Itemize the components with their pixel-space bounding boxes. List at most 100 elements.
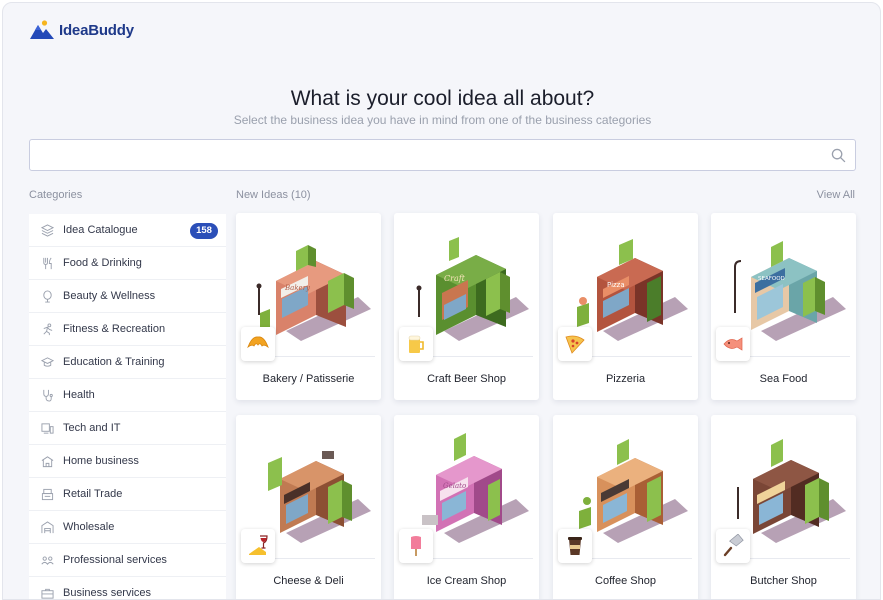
bakery-building-illustration: Bakery <box>256 245 371 341</box>
sidebar-item-business-services[interactable]: Business services <box>29 577 226 599</box>
sidebar-item-label: Business services <box>63 587 152 599</box>
svg-text:SEAFOOD: SEAFOOD <box>758 276 785 282</box>
view-all-link[interactable]: View All <box>817 189 855 201</box>
idea-card-butcher[interactable]: Butcher Shop <box>711 415 856 599</box>
idea-name: Pizzeria <box>605 373 646 385</box>
pizza-slice-icon <box>565 335 585 354</box>
sidebar-item-idea-catalogue[interactable]: Idea Catalogue 158 <box>29 214 226 247</box>
warehouse-icon <box>41 520 54 533</box>
idea-name: Cheese & Deli <box>273 575 344 587</box>
croissant-icon <box>247 336 269 349</box>
card-divider <box>749 558 850 559</box>
svg-text:Pizza: Pizza <box>607 281 625 289</box>
sidebar-item-label: Food & Drinking <box>63 257 142 269</box>
count-badge: 158 <box>190 223 218 239</box>
pizza-emblem <box>558 327 592 361</box>
house-icon <box>41 455 54 467</box>
sidebar-item-health[interactable]: Health <box>29 379 226 412</box>
coffee-cup-icon <box>568 537 582 555</box>
sidebar-item-label: Professional services <box>63 554 167 566</box>
register-icon <box>41 488 54 500</box>
beer-mug-emblem <box>399 327 433 361</box>
sidebar-item-label: Idea Catalogue <box>63 224 138 236</box>
page-title: What is your cool idea all about? <box>290 87 595 110</box>
layers-icon <box>41 223 54 237</box>
cheese-deli-building-illustration <box>268 451 371 543</box>
sea-food-building-illustration: SEAFOOD <box>734 241 846 341</box>
sidebar-item-label: Education & Training <box>63 356 165 368</box>
card-divider <box>432 356 533 357</box>
sidebar-item-label: Fitness & Recreation <box>63 323 166 335</box>
ice-cream-building-illustration: Gelato <box>422 433 529 543</box>
croissant-emblem <box>241 327 275 361</box>
runner-icon <box>43 322 53 335</box>
sidebar-item-food-drinking[interactable]: Food & Drinking <box>29 247 226 280</box>
cheese-wine-icon <box>249 535 268 555</box>
idea-card-bakery[interactable]: Bakery Bakery / Patisserie <box>236 213 381 400</box>
sidebar-item-label: Home business <box>63 455 139 467</box>
sidebar-item-label: Beauty & Wellness <box>63 290 156 302</box>
craft-beer-building-illustration: Craft <box>416 237 529 341</box>
card-divider <box>591 558 692 559</box>
devices-icon <box>41 422 54 434</box>
idea-card-craft-beer[interactable]: Craft Craft Beer Shop <box>394 213 539 400</box>
categories-heading: Categories <box>29 189 83 201</box>
sidebar-item-beauty-wellness[interactable]: Beauty & Wellness <box>29 280 226 313</box>
app-window: IdeaBuddy What is your cool idea all abo… <box>2 2 881 600</box>
idea-name: Bakery / Patisserie <box>262 373 355 385</box>
card-divider <box>432 558 533 559</box>
category-sidebar: Idea Catalogue 158 Food & Drinking Beaut… <box>29 214 226 599</box>
beer-mug-icon <box>408 335 424 353</box>
cutlery-icon <box>43 257 52 269</box>
sidebar-item-label: Tech and IT <box>63 422 121 434</box>
sidebar-item-label: Wholesale <box>63 521 115 533</box>
sidebar-item-education-training[interactable]: Education & Training <box>29 346 226 379</box>
ice-pop-icon <box>411 536 421 556</box>
graduation-cap-icon <box>41 356 54 367</box>
svg-text:Craft: Craft <box>444 274 466 283</box>
card-divider <box>591 356 692 357</box>
sidebar-item-retail-trade[interactable]: Retail Trade <box>29 478 226 511</box>
idea-name: Butcher Shop <box>750 575 817 587</box>
sidebar-item-home-business[interactable]: Home business <box>29 445 226 478</box>
card-divider <box>274 558 375 559</box>
svg-text:Bakery: Bakery <box>284 284 311 292</box>
sidebar-item-fitness-recreation[interactable]: Fitness & Recreation <box>29 313 226 346</box>
svg-text:Gelato: Gelato <box>443 482 466 490</box>
cleaver-emblem <box>716 529 750 563</box>
sidebar-item-tech-it[interactable]: Tech and IT <box>29 412 226 445</box>
search-icon[interactable] <box>831 148 846 163</box>
sidebar-item-label: Health <box>63 389 95 401</box>
fish-icon <box>723 337 743 351</box>
brand-name: IdeaBuddy <box>59 21 134 39</box>
page-subtitle: Select the business idea you have in min… <box>233 113 652 127</box>
idea-name: Sea Food <box>759 373 808 385</box>
idea-card-cheese-deli[interactable]: Cheese & Deli <box>236 415 381 599</box>
idea-card-sea-food[interactable]: SEAFOOD Sea Food <box>711 213 856 400</box>
fish-emblem <box>716 327 750 361</box>
coffee-shop-building-illustration <box>579 439 688 543</box>
cleaver-icon <box>723 534 744 557</box>
coffee-cup-emblem <box>558 529 592 563</box>
sidebar-item-professional-services[interactable]: Professional services <box>29 544 226 577</box>
brand-logo[interactable]: IdeaBuddy <box>29 19 134 41</box>
card-divider <box>274 356 375 357</box>
mirror-icon <box>43 289 52 303</box>
idea-name: Craft Beer Shop <box>427 373 506 385</box>
ice-pop-emblem <box>399 529 433 563</box>
sidebar-item-label: Retail Trade <box>63 488 123 500</box>
search-box <box>29 139 856 171</box>
idea-card-ice-cream[interactable]: Gelato Ice Cream Shop <box>394 415 539 599</box>
idea-name: Ice Cream Shop <box>426 575 507 587</box>
idea-name: Coffee Shop <box>595 575 656 587</box>
idea-card-coffee[interactable]: Coffee Shop <box>553 415 698 599</box>
idea-card-pizzeria[interactable]: Pizza Pizzeria <box>553 213 698 400</box>
stethoscope-icon <box>43 389 53 402</box>
mountain-logo-icon <box>30 20 54 39</box>
sidebar-item-wholesale[interactable]: Wholesale <box>29 511 226 544</box>
search-input[interactable] <box>30 140 855 170</box>
butcher-shop-building-illustration <box>737 439 846 543</box>
card-divider <box>749 356 850 357</box>
briefcase-icon <box>41 588 54 599</box>
people-icon <box>41 556 54 565</box>
